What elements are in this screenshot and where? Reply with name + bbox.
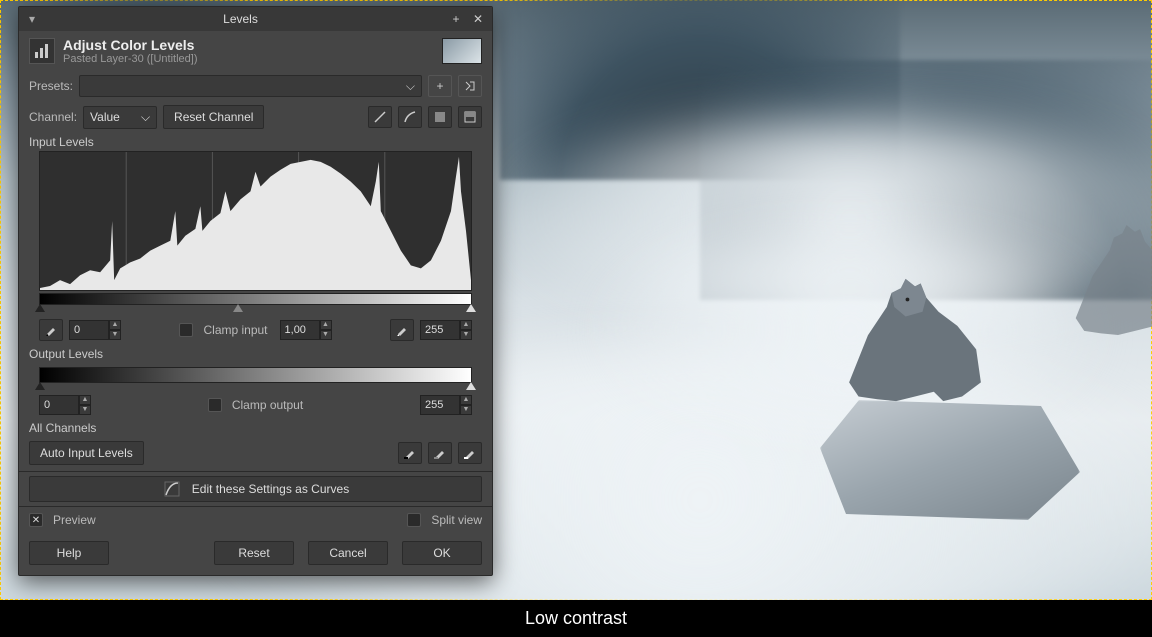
preset-menu-button[interactable]	[458, 75, 482, 97]
wolf	[1050, 208, 1152, 352]
ok-button[interactable]: OK	[402, 541, 482, 565]
output-levels-label: Output Levels	[19, 345, 492, 363]
input-low-spinner[interactable]: ▲▼	[69, 320, 121, 340]
add-preset-button[interactable]: +	[428, 75, 452, 97]
close-icon[interactable]: ✕	[470, 11, 486, 27]
spin-down-icon[interactable]: ▼	[109, 330, 121, 340]
input-high-field[interactable]	[420, 320, 460, 340]
dialog-title: Adjust Color Levels	[63, 37, 434, 53]
split-view-checkbox[interactable]	[407, 513, 421, 527]
gamma-spinner[interactable]: ▲▼	[280, 320, 332, 340]
window-title: Levels	[39, 12, 442, 26]
input-levels-label: Input Levels	[19, 133, 492, 151]
spin-up-icon[interactable]: ▲	[320, 320, 332, 330]
output-black-slider[interactable]	[35, 382, 45, 390]
all-channels-label: All Channels	[19, 419, 492, 437]
auto-input-levels-button[interactable]: Auto Input Levels	[29, 441, 144, 465]
input-gradient[interactable]	[39, 293, 472, 305]
clamp-output-label: Clamp output	[232, 398, 303, 412]
output-white-slider[interactable]	[466, 382, 476, 390]
caption: Low contrast	[0, 600, 1152, 637]
curves-icon	[162, 481, 182, 497]
linear-histogram-button[interactable]	[368, 106, 392, 128]
spin-down-icon[interactable]: ▼	[460, 330, 472, 340]
levels-tool-icon	[29, 38, 55, 64]
preview-label: Preview	[53, 513, 96, 527]
help-button[interactable]: Help	[29, 541, 109, 565]
dialog-subtitle: Pasted Layer-30 ([Untitled])	[63, 53, 434, 65]
wolf	[820, 260, 1010, 420]
chevron-down-icon: ⌵	[406, 79, 415, 94]
dialog-header: Adjust Color Levels Pasted Layer-30 ([Un…	[19, 31, 492, 71]
clamp-output-checkbox[interactable]	[208, 398, 222, 412]
chevron-down-icon: ⌵	[141, 110, 150, 125]
white-point-slider[interactable]	[466, 304, 476, 312]
levels-dialog: ▾ Levels + ✕ Adjust Color Levels Pasted …	[18, 6, 493, 576]
spin-up-icon[interactable]: ▲	[460, 320, 472, 330]
reset-channel-button[interactable]: Reset Channel	[163, 105, 264, 129]
edit-as-curves-button[interactable]: Edit these Settings as Curves	[29, 476, 482, 502]
titlebar[interactable]: ▾ Levels + ✕	[19, 7, 492, 31]
gamma-slider[interactable]	[233, 304, 243, 312]
clamp-input-label: Clamp input	[203, 323, 267, 337]
black-point-slider[interactable]	[35, 304, 45, 312]
histogram-mode-1-button[interactable]	[428, 106, 452, 128]
plus-icon[interactable]: +	[448, 11, 464, 27]
output-low-field[interactable]	[39, 395, 79, 415]
spin-up-icon[interactable]: ▲	[109, 320, 121, 330]
output-high-field[interactable]	[420, 395, 460, 415]
pick-gray-button[interactable]	[428, 442, 452, 464]
cancel-button[interactable]: Cancel	[308, 541, 388, 565]
output-high-spinner[interactable]: ▲▼	[420, 395, 472, 415]
output-low-spinner[interactable]: ▲▼	[39, 395, 91, 415]
window-menu-icon[interactable]: ▾	[25, 12, 39, 26]
channel-dropdown[interactable]: Value⌵	[83, 106, 157, 129]
preview-checkbox[interactable]	[29, 513, 43, 527]
histogram[interactable]	[39, 151, 472, 291]
log-histogram-button[interactable]	[398, 106, 422, 128]
input-high-spinner[interactable]: ▲▼	[420, 320, 472, 340]
histogram-mode-2-button[interactable]	[458, 106, 482, 128]
layer-thumbnail	[442, 38, 482, 64]
input-low-field[interactable]	[69, 320, 109, 340]
white-eyedropper-button[interactable]	[390, 319, 414, 341]
black-eyedropper-button[interactable]	[39, 319, 63, 341]
spin-down-icon[interactable]: ▼	[79, 405, 91, 415]
spin-down-icon[interactable]: ▼	[320, 330, 332, 340]
pick-black-button[interactable]	[398, 442, 422, 464]
plus-icon: +	[436, 79, 443, 93]
split-view-label: Split view	[431, 513, 482, 527]
gamma-field[interactable]	[280, 320, 320, 340]
presets-dropdown[interactable]: ⌵	[79, 75, 422, 97]
spin-up-icon[interactable]: ▲	[79, 395, 91, 405]
output-gradient[interactable]	[39, 367, 472, 383]
channel-label: Channel:	[29, 110, 77, 124]
reset-button[interactable]: Reset	[214, 541, 294, 565]
pick-white-button[interactable]	[458, 442, 482, 464]
clamp-input-checkbox[interactable]	[179, 323, 193, 337]
presets-label: Presets:	[29, 79, 73, 93]
spin-up-icon[interactable]: ▲	[460, 395, 472, 405]
spin-down-icon[interactable]: ▼	[460, 405, 472, 415]
